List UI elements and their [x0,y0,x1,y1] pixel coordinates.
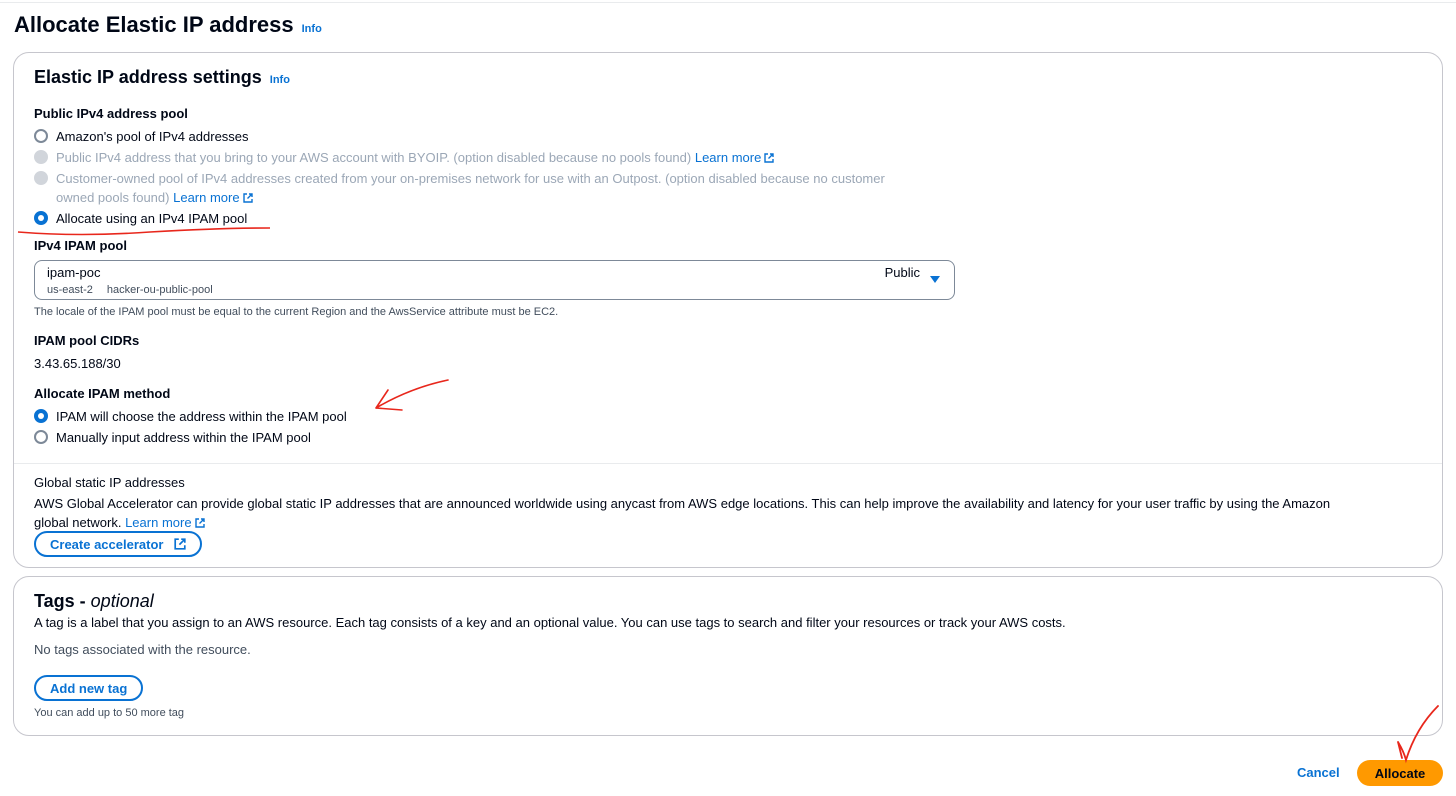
settings-header: Elastic IP address settings Info [34,67,290,88]
cidrs-value: 3.43.65.188/30 [34,356,121,371]
cidrs-label: IPAM pool CIDRs [34,333,140,348]
settings-info-link[interactable]: Info [270,74,290,86]
pool-option-byoip: Public IPv4 address that you bring to yo… [34,148,775,167]
ipam-pool-label: IPv4 IPAM pool [34,238,127,253]
ipam-pool-details: us-east-2 hacker-ou-public-pool [47,284,213,296]
byoip-learn-more-link[interactable]: Learn more [695,150,775,165]
method-option-label: IPAM will choose the address within the … [56,409,347,424]
global-ip-description: AWS Global Accelerator can provide globa… [34,496,1331,530]
pool-option-label: Customer-owned pool of IPv4 addresses cr… [56,171,885,186]
caret-down-icon[interactable] [930,276,940,283]
pool-option-customer-owned: Customer-owned pool of IPv4 addresses cr… [34,169,885,207]
ipam-pool-hint: The locale of the IPAM pool must be equa… [34,306,559,318]
radio-icon[interactable] [34,409,48,423]
cancel-button[interactable]: Cancel [1297,765,1340,780]
radio-icon [34,171,48,185]
page-info-link[interactable]: Info [302,23,322,35]
top-divider [0,2,1456,3]
method-option-label: Manually input address within the IPAM p… [56,430,311,445]
add-new-tag-button[interactable]: Add new tag [34,675,144,701]
pool-option-label: Public IPv4 address that you bring to yo… [56,150,692,165]
external-link-icon [174,538,187,550]
external-link-icon [242,193,253,203]
radio-icon[interactable] [34,129,48,143]
radio-icon [34,150,48,164]
settings-title: Elastic IP address settings [34,67,262,87]
allocate-button[interactable]: Allocate [1357,760,1443,786]
pool-option-ipam[interactable]: Allocate using an IPv4 IPAM pool [34,209,247,228]
global-learn-more-link[interactable]: Learn more [125,515,205,530]
customer-owned-learn-more-link[interactable]: Learn more [173,190,253,205]
pool-label: Public IPv4 address pool [34,106,188,121]
ipam-pool-region: us-east-2 [47,284,93,296]
external-link-icon [194,518,205,528]
method-option-auto[interactable]: IPAM will choose the address within the … [34,407,347,426]
global-ip-title: Global static IP addresses [34,475,185,490]
pool-option-amazon[interactable]: Amazon's pool of IPv4 addresses [34,127,249,146]
add-new-tag-label: Add new tag [50,680,128,696]
ipam-method-label: Allocate IPAM method [34,386,171,401]
method-option-manual[interactable]: Manually input address within the IPAM p… [34,428,311,447]
pool-option-label: Amazon's pool of IPv4 addresses [56,129,249,144]
tags-description: A tag is a label that you assign to an A… [34,615,1066,630]
ipam-pool-visibility: Public [884,265,920,280]
ipam-pool-selected-value: ipam-poc [47,265,101,280]
ipam-pool-name: hacker-ou-public-pool [106,284,213,296]
page-title: Allocate Elastic IP address [14,12,294,37]
section-divider [14,463,1442,464]
tags-title: Tags - optional [34,591,154,611]
external-link-icon [764,153,775,163]
ipam-pool-select[interactable]: ipam-poc us-east-2 hacker-ou-public-pool… [34,260,955,300]
create-accelerator-button[interactable]: Create accelerator [34,531,203,557]
create-accelerator-label: Create accelerator [50,536,164,552]
tags-limit-hint: You can add up to 50 more tag [34,707,185,719]
pool-option-label-cont: owned pools found) [56,190,170,205]
page-header: Allocate Elastic IP address Info [14,12,322,38]
radio-icon[interactable] [34,211,48,225]
tags-empty-state: No tags associated with the resource. [34,642,251,657]
tags-panel: Tags - optional A tag is a label that yo… [13,576,1443,736]
radio-icon[interactable] [34,430,48,444]
elastic-ip-settings-panel: Elastic IP address settings Info Public … [13,52,1443,568]
pool-option-label: Allocate using an IPv4 IPAM pool [56,211,248,226]
